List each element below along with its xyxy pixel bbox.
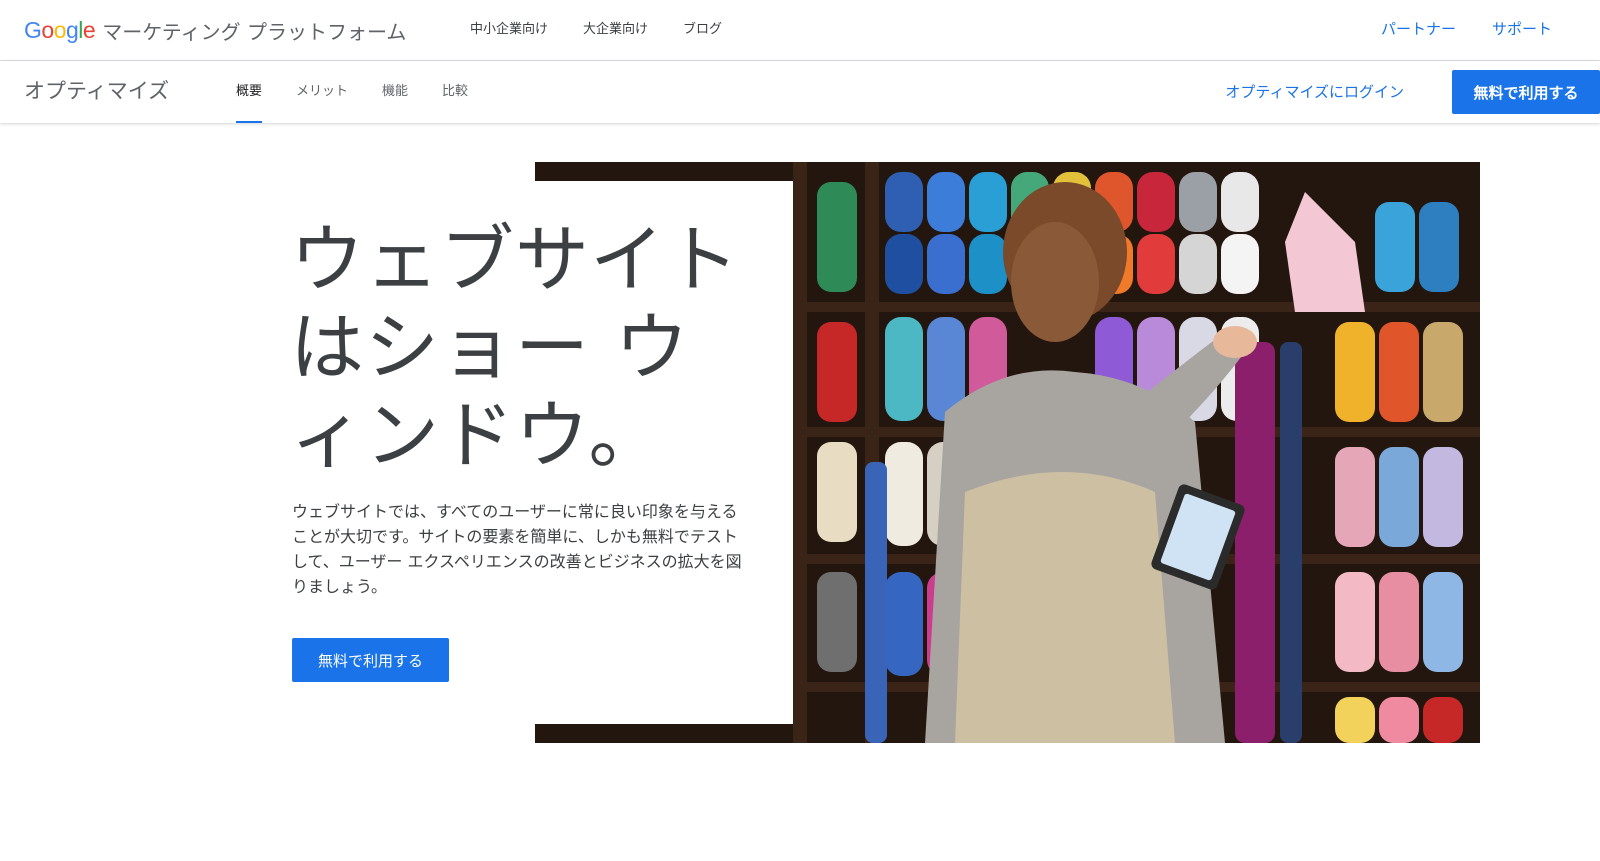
hero-title: ウェブサイトはショー ウィンドウ。 bbox=[290, 217, 740, 479]
support-link[interactable]: サポート bbox=[1492, 17, 1552, 41]
top-nav-item-blog[interactable]: ブログ bbox=[683, 19, 722, 41]
top-bar: Google マーケティング プラットフォーム 中小企業向け 大企業向け ブログ… bbox=[0, 0, 1600, 61]
product-sub-bar: オプティマイズ 概要 メリット 機能 比較 オプティマイズにログイン 無料で利用… bbox=[0, 61, 1600, 123]
tab-benefits[interactable]: メリット bbox=[296, 61, 348, 123]
top-nav: 中小企業向け 大企業向け ブログ bbox=[470, 19, 757, 41]
tab-overview[interactable]: 概要 bbox=[236, 61, 263, 123]
top-nav-item-small-business[interactable]: 中小企業向け bbox=[470, 19, 548, 41]
try-free-button-hero[interactable]: 無料で利用する bbox=[292, 638, 449, 682]
tab-features[interactable]: 機能 bbox=[382, 61, 408, 123]
top-right-links: パートナー サポート bbox=[1345, 17, 1552, 41]
platform-name: マーケティング プラットフォーム bbox=[102, 19, 407, 44]
try-free-button-header[interactable]: 無料で利用する bbox=[1452, 70, 1600, 114]
product-name[interactable]: オプティマイズ bbox=[24, 75, 169, 107]
partners-link[interactable]: パートナー bbox=[1381, 17, 1456, 41]
optimize-login-link[interactable]: オプティマイズにログイン bbox=[1225, 79, 1404, 105]
brand-logo[interactable]: Google マーケティング プラットフォーム bbox=[24, 14, 406, 46]
tab-compare[interactable]: 比較 bbox=[442, 61, 468, 123]
hero-description: ウェブサイトでは、すべてのユーザーに常に良い印象を与えることが大切です。サイトの… bbox=[292, 502, 742, 596]
google-logo: Google bbox=[24, 16, 96, 43]
top-nav-item-enterprise[interactable]: 大企業向け bbox=[583, 19, 648, 41]
product-tabs: 概要 メリット 機能 比較 bbox=[236, 61, 502, 123]
